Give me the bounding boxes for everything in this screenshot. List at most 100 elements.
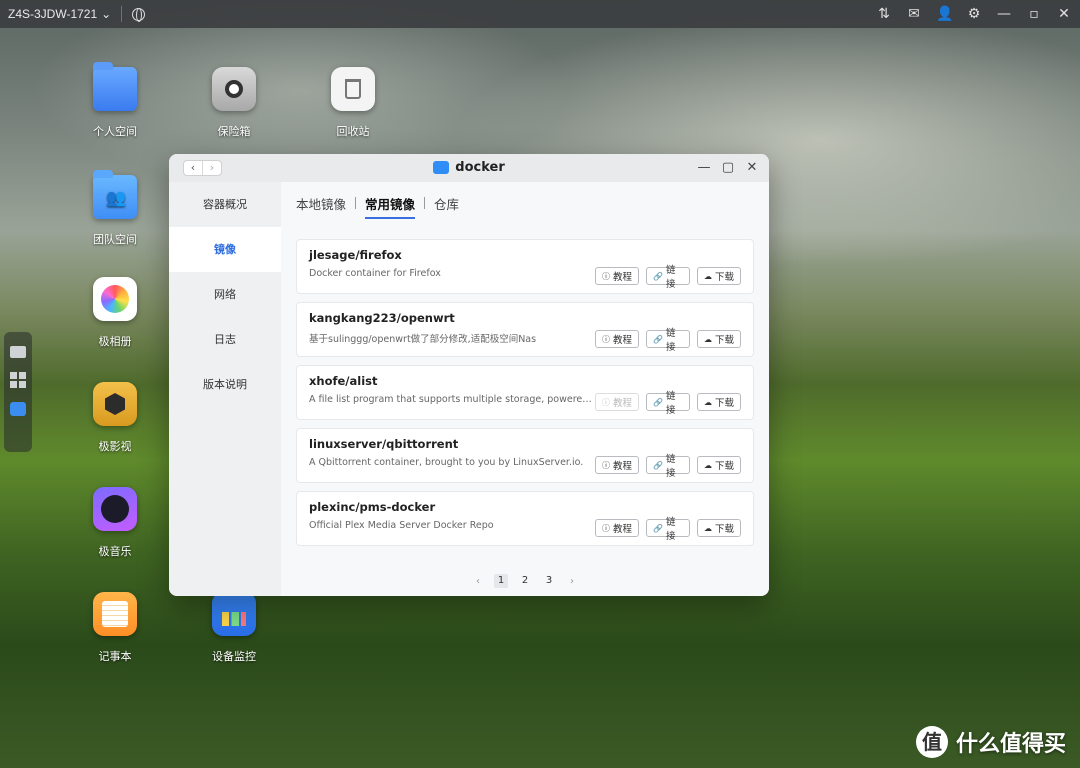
tutorial-button[interactable]: ⓘ 教程 <box>595 519 639 537</box>
button-label: 链接 <box>665 265 676 290</box>
link-icon: 🔗 <box>653 397 663 407</box>
link-button[interactable]: 🔗 链接 <box>646 517 690 542</box>
image-tabs: 本地镜像 常用镜像 仓库 <box>281 182 769 224</box>
image-description: Official Plex Media Server Docker Repo <box>309 520 494 531</box>
download-button[interactable]: ☁ 下载 <box>697 519 741 537</box>
link-icon: 🔗 <box>653 271 663 281</box>
gear-icon[interactable]: ⚙ <box>966 6 982 22</box>
maximize-button[interactable]: ▢ <box>721 160 735 175</box>
window-title: docker <box>169 160 769 175</box>
safe-icon <box>212 67 256 111</box>
main-panel: 本地镜像 常用镜像 仓库 jlesage/firefox Docker cont… <box>281 182 769 596</box>
tab-local-images[interactable]: 本地镜像 <box>296 194 355 213</box>
chevron-down-icon: ⌄ <box>101 7 112 21</box>
sidebar-item-release-notes[interactable]: 版本说明 <box>169 362 281 407</box>
docker-window: ‹ › docker — ▢ ✕ 容器概况 镜像 网络 日志 版本说明 本地镜像… <box>169 154 769 596</box>
info-icon: ⓘ <box>602 334 610 344</box>
button-label: 下载 <box>715 272 735 283</box>
desktop-icon-label: 回收站 <box>336 125 370 138</box>
cloud-download-icon: ☁ <box>704 460 712 470</box>
close-icon[interactable]: ✕ <box>1056 6 1072 22</box>
page-2-button[interactable]: 2 <box>518 574 532 588</box>
desktop-icon-team-space[interactable]: 团队空间 <box>70 170 160 247</box>
page-1-button[interactable]: 1 <box>494 574 508 588</box>
docker-icon[interactable] <box>10 402 26 416</box>
desktop-icon-safe[interactable]: 保险箱 <box>189 67 279 139</box>
desktop-icon-label: 团队空间 <box>93 233 137 246</box>
cloud-download-icon: ☁ <box>704 271 712 281</box>
tutorial-button[interactable]: ⓘ 教程 <box>595 456 639 474</box>
button-label: 教程 <box>613 398 633 409</box>
link-icon: 🔗 <box>653 460 663 470</box>
window-title-text: docker <box>455 160 505 175</box>
desktop-icon-trash[interactable]: 回收站 <box>308 67 398 139</box>
download-button[interactable]: ☁ 下载 <box>697 330 741 348</box>
minimize-button[interactable]: — <box>697 160 711 175</box>
next-page-button[interactable]: › <box>566 576 578 587</box>
image-description: 基于sulinggg/openwrt做了部分修改,适配极空间Nas <box>309 334 537 345</box>
download-button[interactable]: ☁ 下载 <box>697 393 741 411</box>
watermark-logo: 值 <box>915 726 948 758</box>
video-icon <box>93 382 137 426</box>
tab-common-images[interactable]: 常用镜像 <box>356 194 424 219</box>
image-list: jlesage/firefox Docker container for Fir… <box>281 224 769 546</box>
maximize-icon[interactable]: ▫ <box>1026 6 1042 22</box>
minimize-icon[interactable]: — <box>996 6 1012 22</box>
globe-icon[interactable] <box>132 7 146 22</box>
download-button[interactable]: ☁ 下载 <box>697 267 741 285</box>
divider <box>121 6 123 22</box>
transfer-icon[interactable]: ⇅ <box>876 6 892 22</box>
desktop-icon-music[interactable]: 极音乐 <box>70 487 160 559</box>
info-icon: ⓘ <box>602 460 610 470</box>
tutorial-button[interactable]: ⓘ 教程 <box>595 330 639 348</box>
sidebar-item-network[interactable]: 网络 <box>169 272 281 317</box>
close-button[interactable]: ✕ <box>745 160 759 175</box>
prev-page-button[interactable]: ‹ <box>472 576 484 587</box>
link-icon: 🔗 <box>653 523 663 533</box>
cloud-download-icon: ☁ <box>704 523 712 533</box>
image-name: jlesage/firefox <box>309 248 402 262</box>
desktop-icon-photos[interactable]: 极相册 <box>70 277 160 349</box>
button-label: 教程 <box>613 272 633 283</box>
image-name: kangkang223/openwrt <box>309 311 455 325</box>
desktop-icon-video[interactable]: 极影视 <box>70 382 160 454</box>
cloud-download-icon: ☁ <box>704 334 712 344</box>
button-label: 下载 <box>715 524 735 535</box>
desktop-icon-label: 记事本 <box>98 650 132 663</box>
download-button[interactable]: ☁ 下载 <box>697 456 741 474</box>
monitor-icon <box>212 592 256 636</box>
sidebar-item-container-overview[interactable]: 容器概况 <box>169 182 281 227</box>
desktop-icon-label: 个人空间 <box>93 125 137 138</box>
page-3-button[interactable]: 3 <box>542 574 556 588</box>
user-icon[interactable]: 👤 <box>936 6 953 22</box>
sidebar-item-logs[interactable]: 日志 <box>169 317 281 362</box>
device-selector[interactable]: Z4S-3JDW-1721 ⌄ <box>8 7 111 21</box>
image-card: plexinc/pms-docker Official Plex Media S… <box>296 491 754 546</box>
left-dock <box>4 332 32 452</box>
link-button[interactable]: 🔗 链接 <box>646 391 690 416</box>
mail-icon[interactable]: ✉ <box>906 6 922 22</box>
tutorial-button: ⓘ 教程 <box>595 393 639 411</box>
window-titlebar[interactable]: ‹ › docker — ▢ ✕ <box>169 154 769 182</box>
link-button[interactable]: 🔗 链接 <box>646 328 690 353</box>
apps-grid-icon[interactable] <box>10 372 26 388</box>
docker-icon <box>433 161 450 174</box>
image-card: xhofe/alist A file list program that sup… <box>296 365 754 420</box>
tab-registry[interactable]: 仓库 <box>425 194 468 213</box>
photo-icon <box>93 277 137 321</box>
desktop-icon-personal-space[interactable]: 个人空间 <box>70 62 160 139</box>
button-label: 链接 <box>665 517 676 542</box>
link-button[interactable]: 🔗 链接 <box>646 265 690 290</box>
link-button[interactable]: 🔗 链接 <box>646 454 690 479</box>
desktop-icon-label: 极音乐 <box>98 545 132 558</box>
tutorial-button[interactable]: ⓘ 教程 <box>595 267 639 285</box>
sidebar-item-images[interactable]: 镜像 <box>169 227 281 272</box>
team-folder-icon <box>93 170 137 219</box>
desktop-icon-device-monitor[interactable]: 设备监控 <box>189 592 279 664</box>
desktop-icon-notes[interactable]: 记事本 <box>70 592 160 664</box>
image-card: jlesage/firefox Docker container for Fir… <box>296 239 754 294</box>
link-icon: 🔗 <box>653 334 663 344</box>
trash-icon <box>331 67 375 111</box>
drive-icon[interactable] <box>10 346 26 358</box>
image-description: A file list program that supports multip… <box>309 394 593 405</box>
